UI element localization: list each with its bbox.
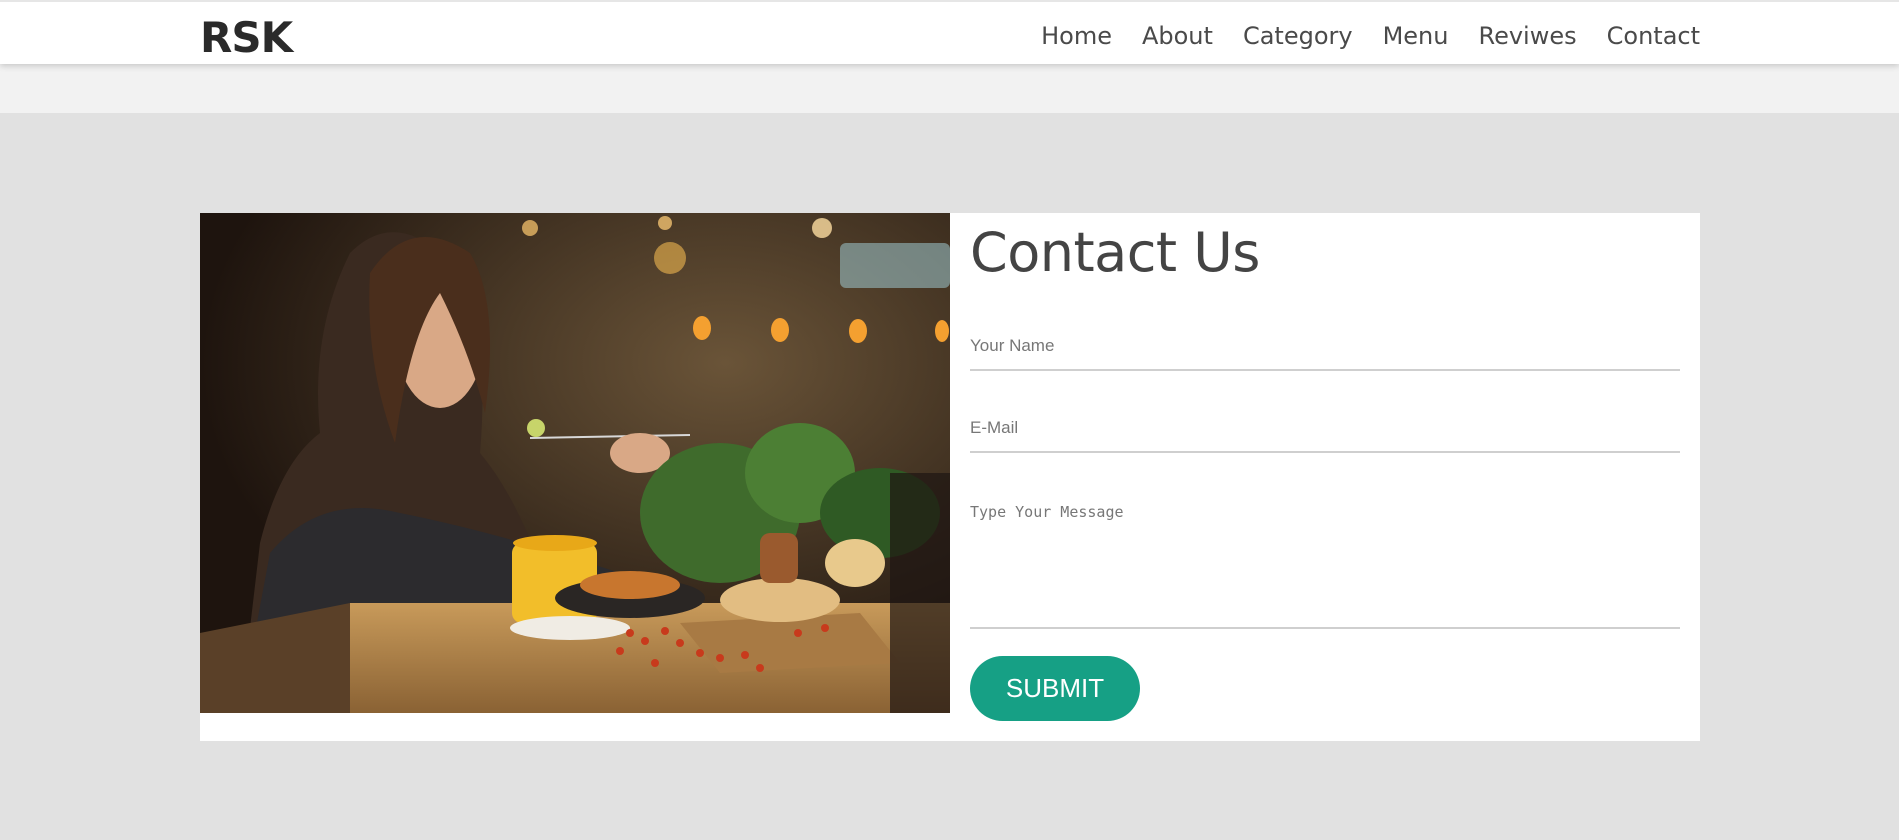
submit-button[interactable]: SUBMIT — [970, 656, 1140, 721]
message-field[interactable] — [970, 491, 1680, 629]
site-logo[interactable]: RSK — [200, 13, 293, 62]
nav-link-menu[interactable]: Menu — [1383, 22, 1449, 50]
name-field[interactable] — [970, 323, 1680, 371]
email-field[interactable] — [970, 405, 1680, 453]
restaurant-photo — [200, 213, 950, 713]
header-spacer — [0, 64, 1899, 113]
contact-form: Contact Us SUBMIT — [970, 213, 1680, 721]
contact-card: Contact Us SUBMIT — [200, 213, 1700, 741]
navbar: RSK Home About Category Menu Reviwes Con… — [0, 0, 1899, 64]
contact-title: Contact Us — [970, 221, 1260, 284]
nav-link-category[interactable]: Category — [1243, 22, 1353, 50]
nav-link-about[interactable]: About — [1142, 22, 1213, 50]
nav-link-reviews[interactable]: Reviwes — [1478, 22, 1576, 50]
main-nav: Home About Category Menu Reviwes Contact — [1041, 22, 1700, 50]
nav-link-home[interactable]: Home — [1041, 22, 1112, 50]
nav-link-contact[interactable]: Contact — [1607, 22, 1700, 50]
